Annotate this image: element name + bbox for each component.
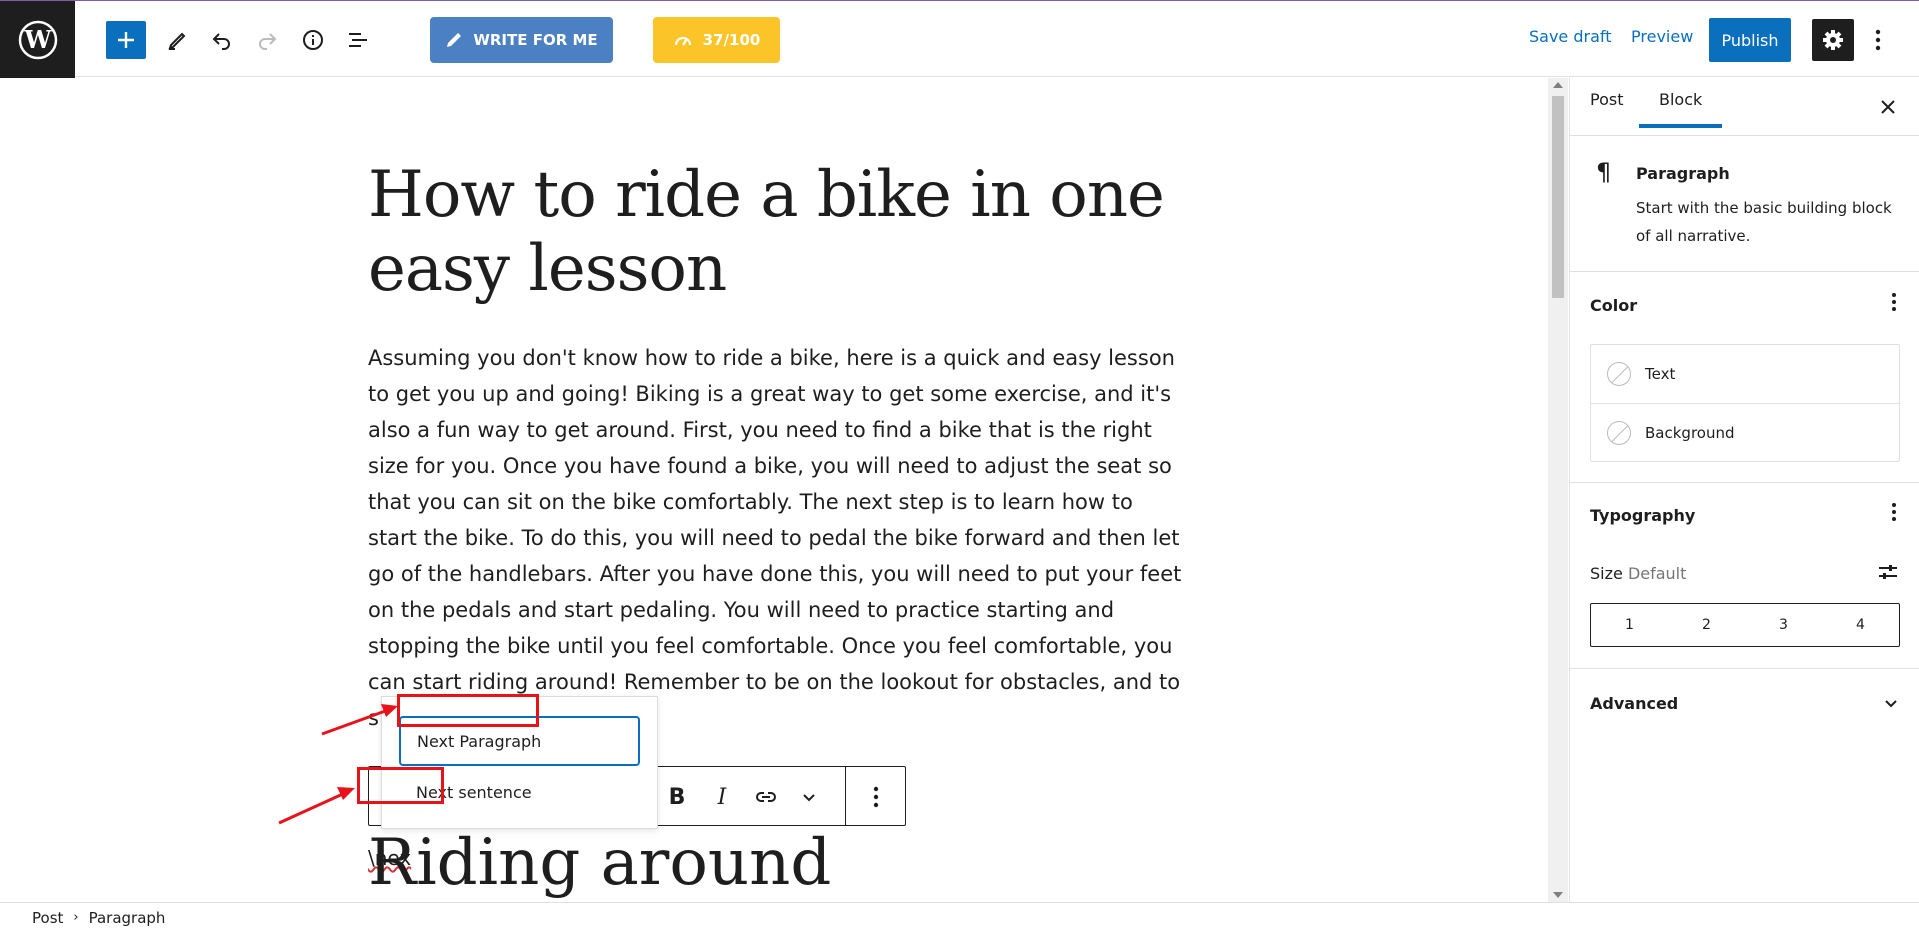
post-title[interactable]: How to ride a bike in one easy lesson bbox=[368, 158, 1188, 306]
color-settings: Text Background bbox=[1590, 344, 1900, 462]
tab-post[interactable]: Post bbox=[1570, 90, 1643, 128]
chevron-down-icon bbox=[803, 794, 815, 802]
text-color-label: Text bbox=[1645, 365, 1676, 383]
annotation-box-slash-text bbox=[357, 767, 444, 804]
write-for-me-label: WRITE FOR ME bbox=[473, 31, 598, 49]
canvas-scrollbar[interactable] bbox=[1548, 78, 1568, 902]
info-icon bbox=[303, 30, 323, 50]
settings-sliders-icon bbox=[1879, 565, 1897, 579]
write-for-me-button[interactable]: WRITE FOR ME bbox=[430, 17, 613, 63]
settings-button[interactable] bbox=[1812, 19, 1854, 61]
background-color-option[interactable]: Background bbox=[1591, 403, 1899, 461]
bold-button[interactable]: B bbox=[659, 779, 695, 815]
annotation-box-next-sentence bbox=[397, 694, 539, 727]
block-card: ¶ Paragraph Start with the basic buildin… bbox=[1570, 136, 1919, 272]
tools-button[interactable] bbox=[160, 22, 196, 58]
panel-divider bbox=[1570, 482, 1919, 483]
link-icon bbox=[756, 792, 776, 802]
options-button[interactable] bbox=[1866, 21, 1890, 59]
scroll-down-arrow-icon[interactable] bbox=[1553, 892, 1563, 898]
pencil-icon bbox=[447, 33, 462, 47]
redo-button[interactable] bbox=[249, 22, 285, 58]
settings-sidebar: Post Block ¶ Paragraph Start with the ba… bbox=[1569, 78, 1919, 902]
paragraph-block[interactable]: Assuming you don't know how to ride a bi… bbox=[368, 340, 1188, 736]
close-icon bbox=[1881, 100, 1895, 114]
editor-canvas: How to ride a bike in one easy lesson As… bbox=[0, 78, 1548, 902]
more-vertical-icon bbox=[1875, 29, 1881, 51]
list-view-icon bbox=[349, 33, 367, 47]
link-button[interactable] bbox=[748, 779, 784, 815]
add-block-button[interactable] bbox=[106, 21, 146, 59]
seo-score-label: 37/100 bbox=[702, 31, 761, 49]
paragraph-icon: ¶ bbox=[1596, 158, 1612, 186]
custom-size-button[interactable] bbox=[1876, 560, 1900, 588]
redo-icon bbox=[259, 33, 277, 50]
advanced-panel-heading[interactable]: Advanced bbox=[1590, 694, 1678, 713]
list-view-button[interactable] bbox=[340, 22, 376, 58]
toolbar-divider bbox=[845, 767, 846, 825]
empty-swatch-icon bbox=[1607, 362, 1631, 386]
scroll-up-arrow-icon[interactable] bbox=[1553, 82, 1563, 88]
chevron-down-icon bbox=[1885, 700, 1897, 708]
background-color-label: Background bbox=[1645, 423, 1735, 442]
block-card-description: Start with the basic building block of a… bbox=[1636, 199, 1892, 245]
block-card-title: Paragraph bbox=[1636, 164, 1730, 183]
scroll-thumb[interactable] bbox=[1552, 96, 1564, 298]
plus-icon bbox=[118, 32, 134, 48]
sidebar-tabs: Post Block bbox=[1570, 78, 1919, 136]
pencil-icon bbox=[168, 32, 186, 50]
panel-divider bbox=[1570, 668, 1919, 669]
more-vertical-icon bbox=[1892, 293, 1896, 311]
undo-icon bbox=[212, 33, 230, 50]
seo-score-button[interactable]: 37/100 bbox=[653, 17, 780, 63]
block-options-button[interactable] bbox=[858, 779, 894, 815]
empty-swatch-icon bbox=[1607, 420, 1631, 445]
color-panel-heading: Color bbox=[1590, 296, 1638, 315]
italic-button[interactable]: I bbox=[704, 779, 740, 815]
gauge-icon bbox=[674, 36, 691, 46]
breadcrumb-post[interactable]: Post bbox=[32, 909, 63, 927]
svg-text:W: W bbox=[23, 25, 52, 54]
font-size-picker: 1 2 3 4 bbox=[1590, 603, 1900, 647]
font-size-label: Size Default bbox=[1590, 564, 1687, 583]
editor-top-bar: W WRITE FOR ME 37/100 Save draft Preview… bbox=[0, 0, 1919, 78]
block-breadcrumb: Post › Paragraph bbox=[0, 902, 1919, 932]
chevron-right-icon: › bbox=[73, 910, 79, 925]
close-sidebar-button[interactable] bbox=[1880, 96, 1896, 121]
heading-block[interactable]: Riding around bbox=[368, 826, 831, 900]
details-button[interactable] bbox=[295, 22, 331, 58]
advanced-toggle[interactable] bbox=[1882, 694, 1900, 716]
text-color-option[interactable]: Text bbox=[1591, 345, 1899, 403]
more-vertical-icon bbox=[873, 786, 879, 808]
undo-button[interactable] bbox=[204, 22, 240, 58]
typography-options-button[interactable] bbox=[1884, 502, 1904, 522]
font-size-option[interactable]: 3 bbox=[1745, 604, 1822, 646]
wordpress-logo-icon[interactable]: W bbox=[0, 1, 75, 78]
font-size-option[interactable]: 2 bbox=[1668, 604, 1745, 646]
tab-block[interactable]: Block bbox=[1639, 90, 1723, 128]
breadcrumb-paragraph[interactable]: Paragraph bbox=[89, 909, 166, 927]
font-size-option[interactable]: 4 bbox=[1822, 604, 1899, 646]
typography-panel-heading: Typography bbox=[1590, 506, 1696, 525]
preview-button[interactable]: Preview bbox=[1631, 27, 1693, 46]
gear-icon bbox=[1823, 30, 1843, 50]
font-size-option[interactable]: 1 bbox=[1591, 604, 1668, 646]
more-rich-text-button[interactable] bbox=[791, 779, 827, 815]
more-vertical-icon bbox=[1892, 503, 1896, 521]
color-options-button[interactable] bbox=[1884, 292, 1904, 312]
save-draft-button[interactable]: Save draft bbox=[1529, 27, 1612, 46]
publish-button[interactable]: Publish bbox=[1709, 18, 1791, 62]
